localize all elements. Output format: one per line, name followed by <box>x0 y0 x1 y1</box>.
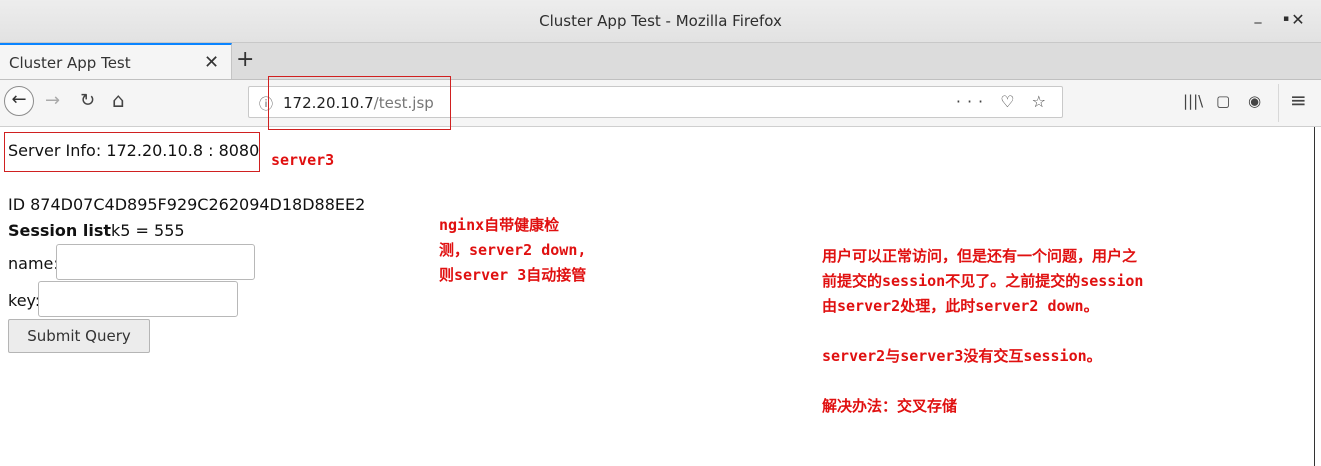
key-label: key: <box>8 291 41 310</box>
page-actions-icons[interactable]: ··· ♡ ☆ <box>956 92 1052 111</box>
annotation-session-problem: 用户可以正常访问，但是还有一个问题，用户之 前提交的session不见了。之前提… <box>822 247 1144 415</box>
library-icon[interactable]: |||\ <box>1183 92 1203 110</box>
url-highlight-box <box>268 76 451 130</box>
minimize-button[interactable]: _ <box>1248 8 1268 24</box>
tab-label: Cluster App Test <box>9 54 131 72</box>
name-label: name: <box>8 254 59 273</box>
new-tab-button[interactable]: + <box>236 47 254 72</box>
tab-strip: Cluster App Test ✕ + <box>0 43 1321 80</box>
navigation-toolbar: ← → ↻ ⌂ ⓘ 172.20.10.7/test.jsp ··· ♡ ☆ |… <box>0 80 1321 127</box>
session-list-value: k5 = 555 <box>111 221 185 240</box>
tab-close-icon[interactable]: ✕ <box>204 52 219 73</box>
back-button[interactable]: ← <box>4 86 34 116</box>
annotation-nginx-health-check: nginx自带健康检 测，server2 down, 则server 3自动接管 <box>439 216 587 284</box>
page-right-border <box>1314 127 1315 466</box>
reload-button[interactable]: ↻ <box>80 90 95 111</box>
tab-cluster-app-test[interactable]: Cluster App Test ✕ <box>0 43 232 79</box>
key-field[interactable] <box>38 281 238 317</box>
window-title: Cluster App Test - Mozilla Firefox <box>539 12 782 30</box>
home-button[interactable]: ⌂ <box>112 88 125 112</box>
session-id: ID 874D07C4D895F929C262094D18D88EE2 <box>8 195 366 214</box>
server-info-highlight-box <box>4 132 260 172</box>
submit-query-button[interactable]: Submit Query <box>8 319 150 353</box>
menu-icon[interactable]: ≡ <box>1290 88 1307 112</box>
account-icon[interactable]: ◉ <box>1248 92 1261 110</box>
session-list: Session listk5 = 555 <box>8 221 185 240</box>
session-list-label: Session list <box>8 221 111 240</box>
window-titlebar: Cluster App Test - Mozilla Firefox _ ▪ ✕ <box>0 0 1321 43</box>
page-content: Server Info: 172.20.10.8 : 8080 ID 874D0… <box>0 127 1310 466</box>
sidebar-icon[interactable]: ▢ <box>1216 92 1230 110</box>
forward-button[interactable]: → <box>45 90 60 111</box>
close-window-button[interactable]: ✕ <box>1288 10 1308 29</box>
name-field[interactable] <box>56 244 255 280</box>
annotation-server3: server3 <box>271 151 335 169</box>
toolbar-separator <box>1278 84 1279 122</box>
